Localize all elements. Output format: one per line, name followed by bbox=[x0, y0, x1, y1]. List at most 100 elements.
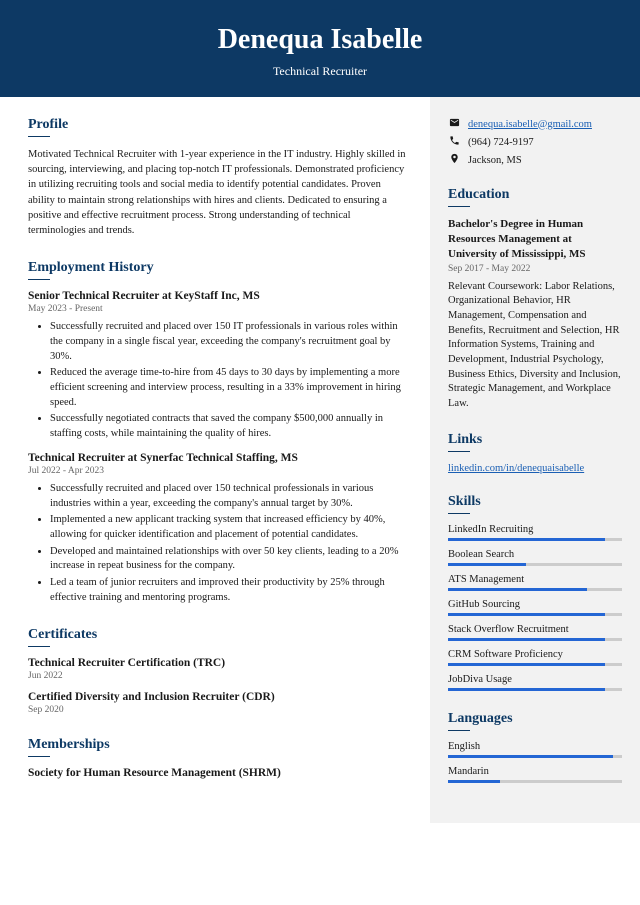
job-bullet: Reduced the average time-to-hire from 45… bbox=[50, 366, 408, 410]
skill-bar bbox=[448, 638, 622, 641]
skill-bar bbox=[448, 563, 622, 566]
skill-row: JobDiva Usage bbox=[448, 674, 622, 691]
profile-text: Motivated Technical Recruiter with 1-yea… bbox=[28, 147, 408, 238]
job-bullets: Successfully recruited and placed over 1… bbox=[28, 482, 408, 606]
job-bullet: Developed and maintained relationships w… bbox=[50, 545, 408, 574]
job-bullet: Successfully negotiated contracts that s… bbox=[50, 412, 408, 441]
skill-name: LinkedIn Recruiting bbox=[448, 524, 622, 535]
linkedin-link[interactable]: linkedin.com/in/denequaisabelle bbox=[448, 463, 584, 474]
section-rule bbox=[28, 279, 50, 280]
location-text: Jackson, MS bbox=[468, 155, 522, 166]
contact-location-row: Jackson, MS bbox=[448, 153, 622, 167]
certificate-entry: Certified Diversity and Inclusion Recrui… bbox=[28, 691, 408, 715]
job-bullets: Successfully recruited and placed over 1… bbox=[28, 320, 408, 442]
certificate-date: Sep 2020 bbox=[28, 705, 408, 715]
envelope-icon bbox=[448, 117, 460, 131]
education-section: Education Bachelor's Degree in Human Res… bbox=[448, 187, 622, 412]
resume-body: Profile Motivated Technical Recruiter wi… bbox=[0, 97, 640, 823]
left-column: Profile Motivated Technical Recruiter wi… bbox=[0, 97, 430, 823]
education-degree: Bachelor's Degree in Human Resources Man… bbox=[448, 217, 622, 262]
skill-row: ATS Management bbox=[448, 574, 622, 591]
section-rule bbox=[448, 513, 470, 514]
certificate-title: Certified Diversity and Inclusion Recrui… bbox=[28, 691, 408, 703]
section-heading: Links bbox=[448, 432, 622, 448]
section-rule bbox=[448, 206, 470, 207]
section-rule bbox=[28, 646, 50, 647]
job-title: Senior Technical Recruiter at KeyStaff I… bbox=[28, 290, 408, 302]
job-bullet: Successfully recruited and placed over 1… bbox=[50, 320, 408, 364]
skill-row: Boolean Search bbox=[448, 549, 622, 566]
certificate-title: Technical Recruiter Certification (TRC) bbox=[28, 657, 408, 669]
memberships-section: Memberships Society for Human Resource M… bbox=[28, 737, 408, 779]
skill-bar-fill bbox=[448, 688, 605, 691]
education-text: Relevant Coursework: Labor Relations, Or… bbox=[448, 280, 622, 412]
skill-bar bbox=[448, 588, 622, 591]
section-heading: Memberships bbox=[28, 737, 408, 753]
skill-bar-fill bbox=[448, 538, 605, 541]
skill-bar bbox=[448, 688, 622, 691]
section-rule bbox=[448, 451, 470, 452]
skill-name: Stack Overflow Recruitment bbox=[448, 624, 622, 635]
employment-section: Employment History Senior Technical Recr… bbox=[28, 260, 408, 605]
contact-section: denequa.isabelle@gmail.com (964) 724-919… bbox=[448, 117, 622, 167]
resume-header: Denequa Isabelle Technical Recruiter bbox=[0, 0, 640, 97]
section-heading: Languages bbox=[448, 711, 622, 727]
skill-row: English bbox=[448, 741, 622, 758]
section-heading: Certificates bbox=[28, 627, 408, 643]
certificate-entry: Technical Recruiter Certification (TRC) … bbox=[28, 657, 408, 681]
job-bullet: Led a team of junior recruiters and impr… bbox=[50, 576, 408, 605]
person-title: Technical Recruiter bbox=[0, 64, 640, 79]
profile-section: Profile Motivated Technical Recruiter wi… bbox=[28, 117, 408, 238]
job-title: Technical Recruiter at Synerfac Technica… bbox=[28, 452, 408, 464]
contact-phone-row: (964) 724-9197 bbox=[448, 135, 622, 149]
section-heading: Skills bbox=[448, 494, 622, 510]
skill-row: Stack Overflow Recruitment bbox=[448, 624, 622, 641]
skill-name: ATS Management bbox=[448, 574, 622, 585]
links-section: Links linkedin.com/in/denequaisabelle bbox=[448, 432, 622, 474]
job-bullet: Successfully recruited and placed over 1… bbox=[50, 482, 408, 511]
skill-name: Boolean Search bbox=[448, 549, 622, 560]
skill-name: English bbox=[448, 741, 622, 752]
phone-icon bbox=[448, 135, 460, 149]
skill-bar-fill bbox=[448, 638, 605, 641]
skill-name: Mandarin bbox=[448, 766, 622, 777]
skill-row: GitHub Sourcing bbox=[448, 599, 622, 616]
skills-section: Skills LinkedIn Recruiting Boolean Search… bbox=[448, 494, 622, 691]
section-rule bbox=[448, 730, 470, 731]
skill-bar bbox=[448, 755, 622, 758]
right-column: denequa.isabelle@gmail.com (964) 724-919… bbox=[430, 97, 640, 823]
languages-section: Languages English Mandarin bbox=[448, 711, 622, 783]
skill-row: CRM Software Proficiency bbox=[448, 649, 622, 666]
section-rule bbox=[28, 136, 50, 137]
job-dates: May 2023 - Present bbox=[28, 304, 408, 314]
certificates-section: Certificates Technical Recruiter Certifi… bbox=[28, 627, 408, 715]
skill-name: CRM Software Proficiency bbox=[448, 649, 622, 660]
section-heading: Employment History bbox=[28, 260, 408, 276]
skill-row: LinkedIn Recruiting bbox=[448, 524, 622, 541]
job-bullet: Implemented a new applicant tracking sys… bbox=[50, 513, 408, 542]
skill-bar-fill bbox=[448, 588, 587, 591]
skill-bar-fill bbox=[448, 755, 613, 758]
person-name: Denequa Isabelle bbox=[0, 24, 640, 56]
location-icon bbox=[448, 153, 460, 167]
skill-name: GitHub Sourcing bbox=[448, 599, 622, 610]
skill-bar-fill bbox=[448, 563, 526, 566]
job-entry: Senior Technical Recruiter at KeyStaff I… bbox=[28, 290, 408, 442]
skill-bar bbox=[448, 663, 622, 666]
contact-email-row: denequa.isabelle@gmail.com bbox=[448, 117, 622, 131]
certificate-date: Jun 2022 bbox=[28, 671, 408, 681]
skill-bar bbox=[448, 538, 622, 541]
skill-bar bbox=[448, 780, 622, 783]
membership-title: Society for Human Resource Management (S… bbox=[28, 767, 408, 779]
job-entry: Technical Recruiter at Synerfac Technica… bbox=[28, 452, 408, 606]
email-link[interactable]: denequa.isabelle@gmail.com bbox=[468, 119, 592, 130]
section-heading: Profile bbox=[28, 117, 408, 133]
job-dates: Jul 2022 - Apr 2023 bbox=[28, 466, 408, 476]
skill-bar-fill bbox=[448, 780, 500, 783]
skill-name: JobDiva Usage bbox=[448, 674, 622, 685]
section-heading: Education bbox=[448, 187, 622, 203]
skill-bar-fill bbox=[448, 663, 605, 666]
section-rule bbox=[28, 756, 50, 757]
skill-bar bbox=[448, 613, 622, 616]
phone-text: (964) 724-9197 bbox=[468, 137, 534, 148]
